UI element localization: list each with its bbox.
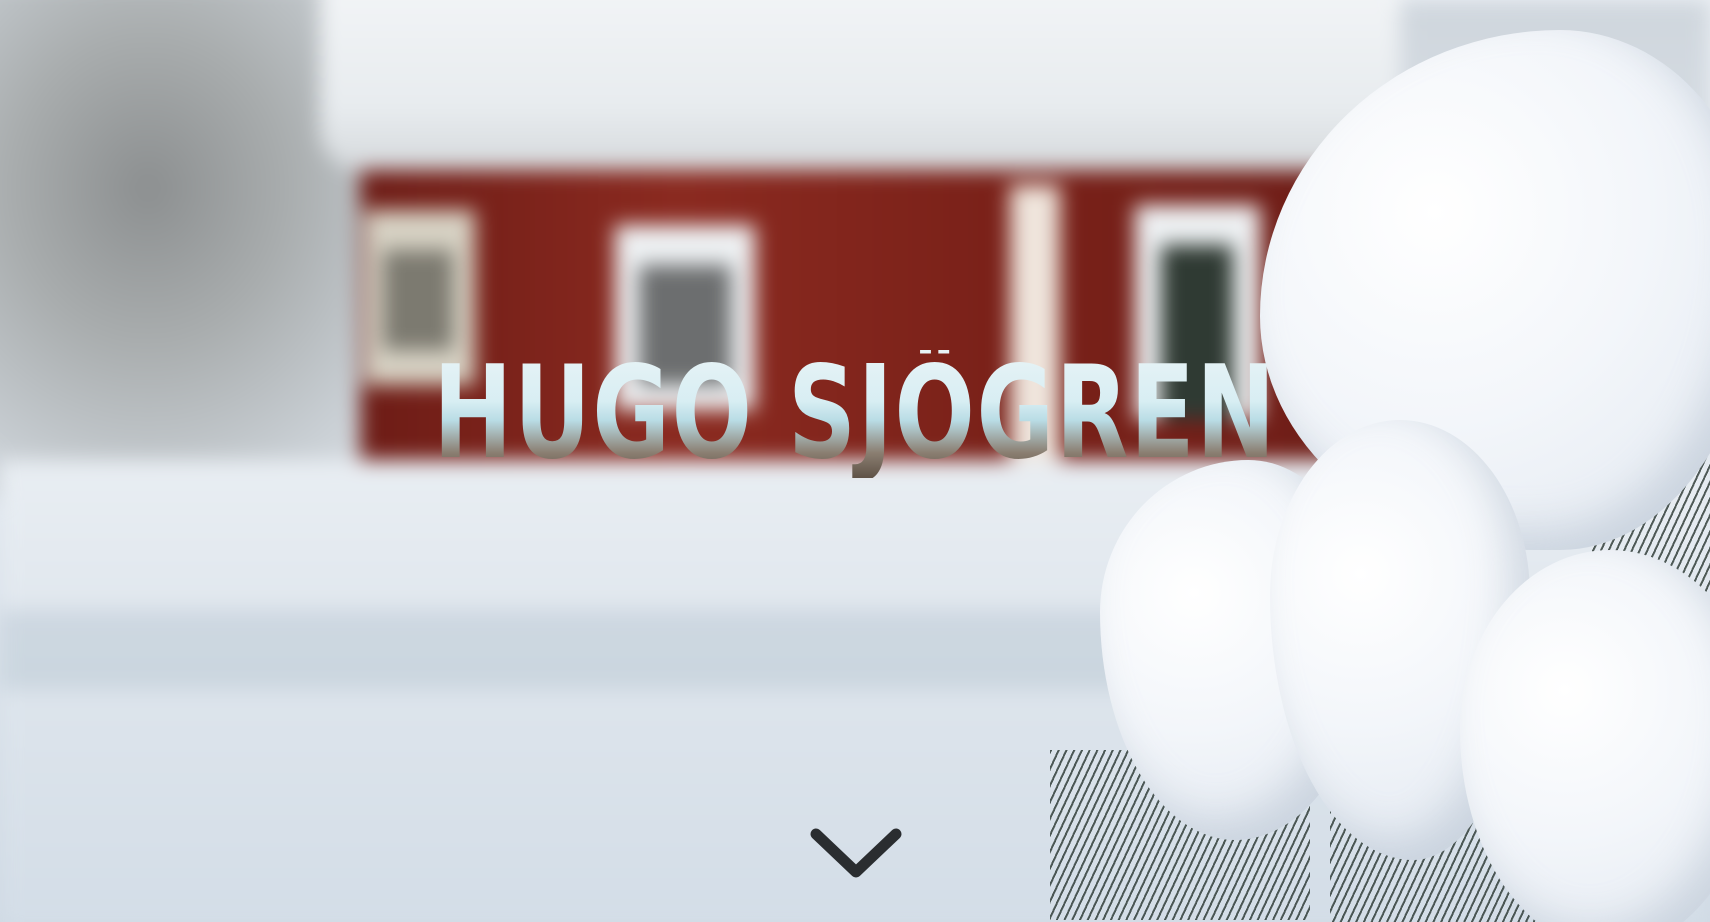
scroll-down-button[interactable] xyxy=(808,824,904,884)
ground-shadow xyxy=(0,610,1200,690)
site-title: HUGO SJÖGREN xyxy=(222,350,1487,478)
chevron-down-icon xyxy=(810,828,902,878)
hero-section: HUGO SJÖGREN xyxy=(0,0,1710,922)
